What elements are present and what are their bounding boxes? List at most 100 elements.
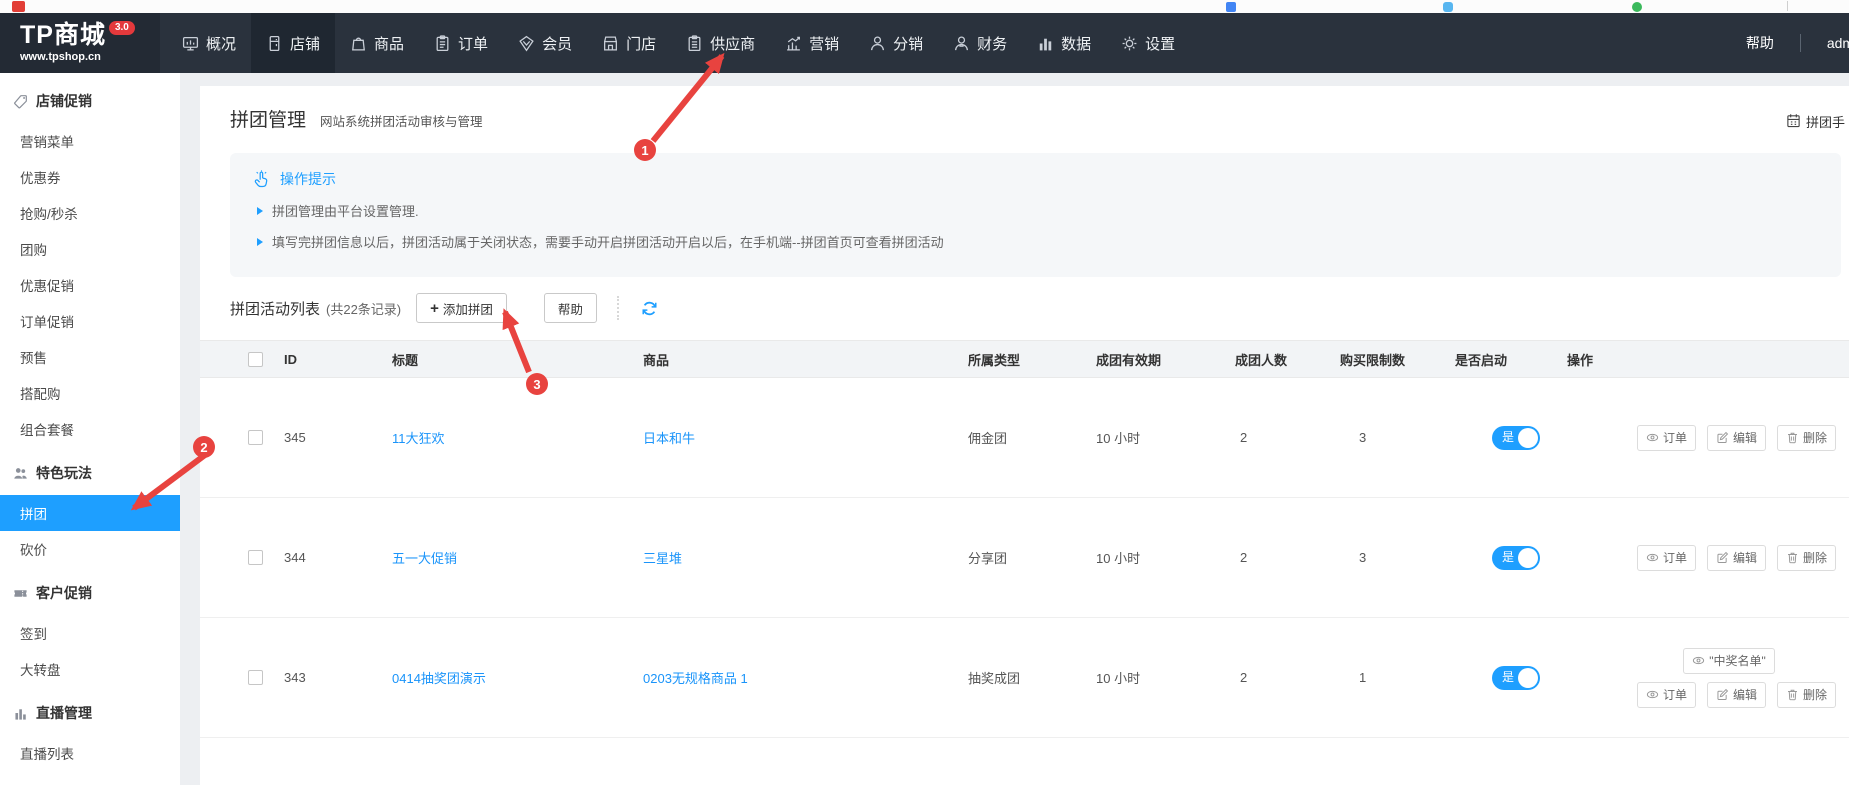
enabled-toggle[interactable]: 是 bbox=[1492, 546, 1540, 570]
activity-title-link[interactable]: 0414抽奖团演示 bbox=[392, 671, 486, 686]
refresh-icon[interactable] bbox=[641, 300, 658, 317]
row-actions: "中奖名单" 订单 bbox=[1637, 648, 1821, 708]
winners-button[interactable]: "中奖名单" bbox=[1683, 648, 1775, 674]
sidebar-item[interactable]: 搭配购 bbox=[0, 375, 180, 411]
order-button[interactable]: 订单 bbox=[1637, 425, 1696, 451]
enabled-toggle[interactable]: 是 bbox=[1492, 426, 1540, 450]
trash-icon bbox=[1786, 688, 1799, 701]
sidebar-section-header: 客户促销 bbox=[0, 575, 180, 611]
distribution-icon bbox=[869, 35, 886, 52]
sidebar-item[interactable]: 直播列表 bbox=[0, 735, 180, 771]
nav-item[interactable]: 供应商 bbox=[671, 13, 770, 73]
list-title: 拼团活动列表 bbox=[230, 298, 320, 319]
nav-items: 概况 店铺 商品 订单 会员 门店 供应 bbox=[160, 13, 1190, 73]
edit-icon bbox=[1716, 431, 1729, 444]
edit-button[interactable]: 编辑 bbox=[1707, 425, 1766, 451]
sidebar-item[interactable]: 营销菜单 bbox=[0, 123, 180, 159]
table-body: 345 11大狂欢 日本和牛 佣金团 10 小时 2 3 是 bbox=[200, 378, 1849, 785]
manual-link[interactable]: 拼团手 bbox=[1786, 112, 1845, 131]
row-checkbox[interactable] bbox=[248, 670, 263, 685]
cell-group-size: 2 bbox=[1235, 550, 1340, 565]
column-header: 所属类型 bbox=[968, 350, 1096, 369]
nav-item[interactable]: 门店 bbox=[587, 13, 671, 73]
sidebar-item[interactable]: 抢购/秒杀 bbox=[0, 195, 180, 231]
row-actions: 订单 编辑 删除 bbox=[1637, 425, 1821, 451]
browser-divider bbox=[1787, 1, 1788, 11]
trash-icon bbox=[1786, 551, 1799, 564]
sidebar-item[interactable]: 签到 bbox=[0, 615, 180, 651]
help-button[interactable]: 帮助 bbox=[544, 293, 597, 323]
product-link[interactable]: 0203无规格商品 1 bbox=[643, 671, 748, 686]
row-checkbox[interactable] bbox=[248, 550, 263, 565]
nav-item[interactable]: 商品 bbox=[335, 13, 419, 73]
nav-item[interactable]: 订单 bbox=[419, 13, 503, 73]
select-all-checkbox[interactable] bbox=[248, 352, 263, 367]
nav-item[interactable]: 会员 bbox=[503, 13, 587, 73]
logo[interactable]: TP商城 3.0 www.tpshop.cn bbox=[0, 13, 160, 73]
nav-item-label: 分销 bbox=[893, 33, 923, 54]
sidebar-item[interactable]: 优惠促销 bbox=[0, 267, 180, 303]
product-link[interactable]: 日本和牛 bbox=[643, 431, 695, 446]
enabled-toggle[interactable]: 是 bbox=[1492, 666, 1540, 690]
activity-title-link[interactable]: 11大狂欢 bbox=[392, 431, 445, 446]
row-actions: 订单 编辑 删除 bbox=[1637, 545, 1821, 571]
nav-item[interactable]: 设置 bbox=[1106, 13, 1190, 73]
column-header: 是否启动 bbox=[1455, 350, 1567, 369]
user-menu[interactable]: admin bbox=[1827, 35, 1849, 51]
column-header: 标题 bbox=[392, 350, 643, 369]
order-button[interactable]: 订单 bbox=[1637, 682, 1696, 708]
column-header: 购买限制数 bbox=[1340, 350, 1455, 369]
sidebar-item[interactable]: 优惠券 bbox=[0, 159, 180, 195]
eye-icon bbox=[1646, 551, 1659, 564]
nav-item[interactable]: 分销 bbox=[854, 13, 938, 73]
sidebar-item[interactable]: 拼团 bbox=[0, 495, 180, 531]
delete-button[interactable]: 删除 bbox=[1777, 545, 1836, 571]
supplier-icon bbox=[686, 35, 703, 52]
browser-status-icon bbox=[1632, 2, 1642, 12]
nav-item[interactable]: 概况 bbox=[167, 13, 251, 73]
edit-button[interactable]: 编辑 bbox=[1707, 545, 1766, 571]
trash-icon bbox=[1786, 551, 1799, 564]
bullet-triangle-icon bbox=[257, 207, 263, 215]
orders-icon bbox=[434, 35, 451, 52]
nav-item[interactable]: 营销 bbox=[770, 13, 854, 73]
sidebar-item[interactable]: 订单促销 bbox=[0, 303, 180, 339]
sidebar-item[interactable]: 组合套餐 bbox=[0, 411, 180, 447]
tips-line: 拼团管理由平台设置管理. bbox=[257, 201, 1819, 220]
sidebar-item[interactable]: 预售 bbox=[0, 339, 180, 375]
nav-item[interactable]: 财务 bbox=[938, 13, 1022, 73]
tips-box: 操作提示 拼团管理由平台设置管理. 填写完拼团信息以后，拼团活动属于关闭状态，需… bbox=[230, 153, 1841, 277]
main-area: 拼团管理 网站系统拼团活动审核与管理 拼团手 操作提示 拼团管理由平台设置管理. bbox=[180, 73, 1849, 785]
record-count: (共22条记录) bbox=[326, 299, 401, 318]
hand-pointer-icon bbox=[252, 170, 271, 189]
nav-item-label: 财务 bbox=[977, 33, 1007, 54]
nav-item-label: 设置 bbox=[1145, 33, 1175, 54]
edit-icon bbox=[1716, 551, 1729, 564]
row-checkbox[interactable] bbox=[248, 430, 263, 445]
table-row: 345 11大狂欢 日本和牛 佣金团 10 小时 2 3 是 bbox=[200, 378, 1849, 498]
cell-buy-limit: 3 bbox=[1340, 430, 1455, 445]
help-link[interactable]: 帮助 bbox=[1746, 33, 1774, 53]
edit-button[interactable]: 编辑 bbox=[1707, 682, 1766, 708]
data-icon bbox=[1037, 35, 1054, 52]
activity-table: ID 标题 商品 所属类型 成团有效期 成团人数 购买限制数 是否启动 操作 bbox=[200, 340, 1849, 785]
sidebar-section-header: 直播管理 bbox=[0, 695, 180, 731]
shop-icon bbox=[266, 35, 283, 52]
product-link[interactable]: 三星堆 bbox=[643, 551, 682, 566]
sidebar-item[interactable]: 砍价 bbox=[0, 531, 180, 567]
top-navigation: TP商城 3.0 www.tpshop.cn 概况 店铺 商品 订单 bbox=[0, 13, 1849, 73]
add-group-button[interactable]: + 添加拼团 bbox=[416, 293, 507, 323]
logo-title: TP商城 bbox=[20, 23, 106, 48]
feature-users-icon bbox=[13, 466, 28, 481]
calendar-icon bbox=[1786, 113, 1801, 131]
nav-item[interactable]: 数据 bbox=[1022, 13, 1106, 73]
sidebar-item[interactable]: 团购 bbox=[0, 231, 180, 267]
eye-icon bbox=[1646, 688, 1659, 701]
nav-item[interactable]: 店铺 bbox=[251, 13, 335, 73]
sidebar-item[interactable]: 大转盘 bbox=[0, 651, 180, 687]
delete-button[interactable]: 删除 bbox=[1777, 425, 1836, 451]
delete-button[interactable]: 删除 bbox=[1777, 682, 1836, 708]
activity-title-link[interactable]: 五一大促销 bbox=[392, 551, 457, 566]
order-button[interactable]: 订单 bbox=[1637, 545, 1696, 571]
list-toolbar: 拼团活动列表 (共22条记录) + 添加拼团 帮助 bbox=[230, 292, 1849, 324]
